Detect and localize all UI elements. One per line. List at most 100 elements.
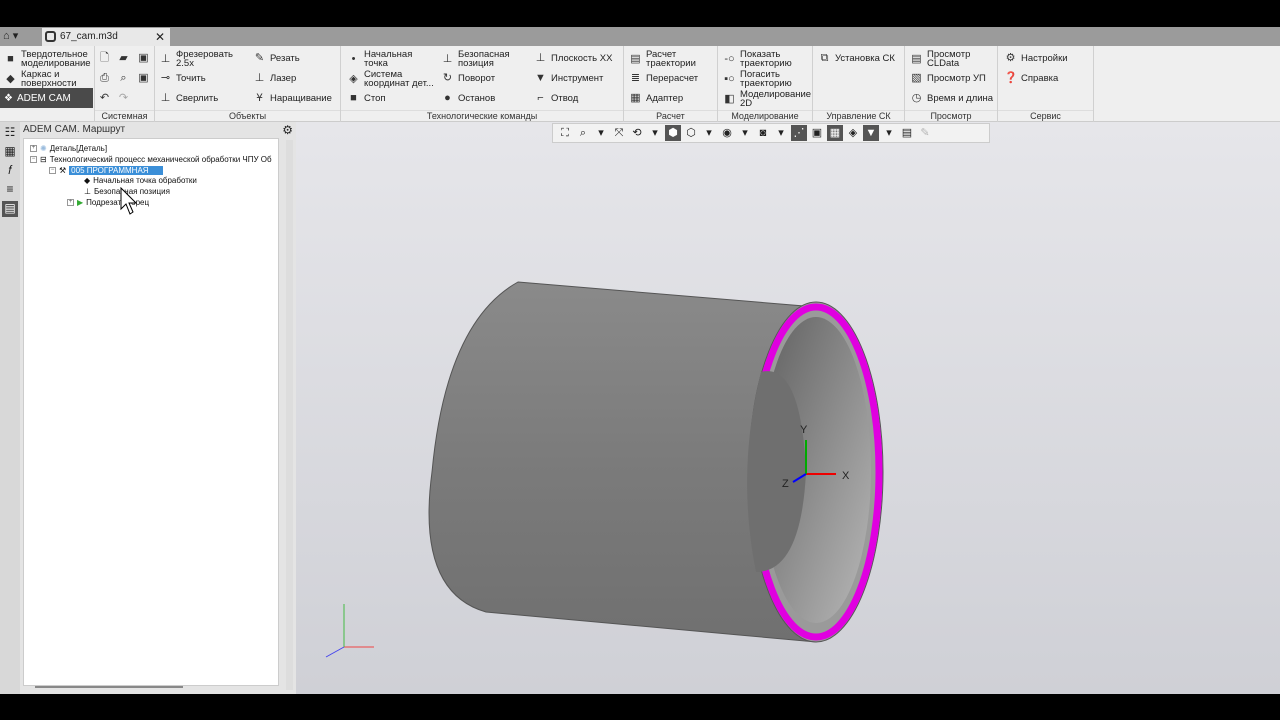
collapse-icon[interactable]: − xyxy=(49,167,56,174)
mill-button[interactable]: ⊥ Фрезеровать 2.5х xyxy=(159,50,244,69)
label: Твердотельное моделирование xyxy=(21,49,91,69)
group-label: Просмотр xyxy=(905,110,997,122)
bottom-bar xyxy=(0,694,1280,720)
vertical-scrollbar[interactable] xyxy=(286,140,293,690)
print-button[interactable]: ⎙ xyxy=(98,72,111,85)
settings-button[interactable]: ⚙ Настройки xyxy=(1004,52,1068,65)
gear-icon[interactable]: ⚙ xyxy=(282,123,293,137)
formula-icon[interactable]: 𝑓 xyxy=(2,163,18,179)
tool-button[interactable]: ▼ Инструмент xyxy=(534,72,603,85)
chevron-down-icon[interactable]: ▾ xyxy=(701,125,717,141)
axis-label-y: Y xyxy=(800,424,808,436)
close-tab-icon[interactable]: ✕ xyxy=(155,30,165,44)
calc-path-button[interactable]: ▤ Расчет траектории xyxy=(629,50,714,69)
shaded-icon[interactable]: ⬢ xyxy=(665,125,681,141)
3d-viewport[interactable]: ⛶ ⌕ ▾ ⤧ ⟲ ▾ ⬢ ⬡ ▾ ◉ ▾ ◙ ▾ ⋰ ▣ ▦ ◈ ▼ ▾ ▤ … xyxy=(296,122,1280,694)
expand-icon[interactable]: + xyxy=(67,199,74,206)
view-group: ▤ Просмотр CLData ▧ Просмотр УП ◷ Время и д… xyxy=(905,46,998,122)
halt-button[interactable]: ● Останов xyxy=(441,92,495,105)
hide-icon[interactable]: ◉ xyxy=(719,125,735,141)
solid-modeling-button[interactable]: ■ Твердотельное моделирование xyxy=(4,49,94,69)
retract-button[interactable]: ⌐ Отвод xyxy=(534,92,578,105)
adapter-icon: ▦ xyxy=(630,92,641,104)
section-icon[interactable]: ▣ xyxy=(809,125,825,141)
adem-icon: ❖ xyxy=(4,92,13,104)
laser-button[interactable]: ⊥ Лазер xyxy=(253,72,297,85)
new-file-button[interactable]: 🗋 xyxy=(98,52,111,65)
rotate-icon[interactable]: ⟲ xyxy=(629,125,645,141)
coord-system-button[interactable]: ◈ Система координат дет... xyxy=(347,70,442,89)
help-icon: ❓ xyxy=(1004,72,1018,84)
display-icon[interactable]: ◙ xyxy=(755,125,771,141)
tree-node-process[interactable]: − ⊟ Технологический процесс механической о… xyxy=(30,155,272,164)
layers-icon[interactable]: ◈ xyxy=(845,125,861,141)
cut-button[interactable]: ✎ Резать xyxy=(253,52,300,65)
frame-surfaces-button[interactable]: ◆ Каркас и поверхности xyxy=(4,70,94,89)
tree-node-part[interactable]: + ✺ Деталь[Деталь] xyxy=(30,144,107,153)
open-button[interactable]: ▰ xyxy=(117,52,130,65)
cldata-button[interactable]: ▤ Просмотр CLData xyxy=(910,50,995,69)
preview-button[interactable]: ⌕ xyxy=(117,72,130,85)
expand-icon[interactable]: + xyxy=(30,145,37,152)
properties-icon[interactable]: ▤ xyxy=(899,125,915,141)
recalc-button[interactable]: ≣ Перерасчет xyxy=(629,72,698,85)
adapter-button[interactable]: ▦ Адаптер xyxy=(629,92,683,105)
safe-position-button[interactable]: ⊥ Безопасная позиция xyxy=(441,50,521,69)
tool-icon: ▼ xyxy=(535,72,546,84)
group-label: Управление СК xyxy=(813,110,904,122)
start-point-button[interactable]: • Начальная точка xyxy=(347,50,432,69)
set-cs-button[interactable]: ⧉ Установка СК xyxy=(818,52,895,65)
undo-button[interactable]: ↶ xyxy=(98,92,111,105)
safe-position-icon: ⊥ xyxy=(442,52,453,65)
label: Инструмент xyxy=(551,73,604,84)
file-tab[interactable]: 67_cam.m3d ✕ xyxy=(42,28,170,46)
chevron-down-icon[interactable]: ▾ xyxy=(647,125,663,141)
gear-icon: ⚙ xyxy=(1005,52,1016,64)
pan-icon[interactable]: ⤧ xyxy=(611,125,627,141)
show-path-button[interactable]: -○ Показать траекторию xyxy=(723,50,811,69)
rotate-button[interactable]: ↻ Поворот xyxy=(441,72,495,85)
edit-icon[interactable]: ✎ xyxy=(917,125,933,141)
tree-node-start-point[interactable]: ◆ Начальная точка обработки xyxy=(84,176,197,185)
zoom-icon[interactable]: ⌕ xyxy=(575,125,591,141)
collapse-icon[interactable]: − xyxy=(30,156,37,163)
adem-cam-button[interactable]: ❖ ADEM CAM xyxy=(0,88,93,108)
tree-icon[interactable]: ☷ xyxy=(2,125,18,141)
properties-icon[interactable]: ▦ xyxy=(2,144,18,160)
chevron-down-icon[interactable]: ▾ xyxy=(881,125,897,141)
grid-icon[interactable]: ▦ xyxy=(827,125,843,141)
turn-button[interactable]: ⊸ Точить xyxy=(159,72,206,85)
tree-node-operation[interactable]: − ⚒ 005 ПРОГРАММНАЯ xyxy=(49,166,163,175)
redo-button[interactable]: ↷ xyxy=(117,92,130,105)
view-up-icon: ▧ xyxy=(911,72,922,84)
group-label: Моделирование xyxy=(718,110,812,122)
label: Технологический процесс механической обр… xyxy=(49,155,272,164)
drill-button[interactable]: ⊥ Сверлить xyxy=(159,92,219,105)
drill-icon: ⊥ xyxy=(160,92,171,104)
view-up-button[interactable]: ▧ Просмотр УП xyxy=(910,72,986,85)
label: Деталь[Деталь] xyxy=(49,144,108,153)
modeling-2d-button[interactable]: ◧ Моделирование 2D xyxy=(723,90,813,109)
time-length-button[interactable]: ◷ Время и длина xyxy=(910,92,993,105)
filter-icon[interactable]: ▼ xyxy=(863,125,879,141)
group-label: Технологические команды xyxy=(341,110,623,122)
hide-path-button[interactable]: ▪○ Погасить траекторию xyxy=(723,70,811,89)
save-button[interactable]: ▣ xyxy=(137,52,150,65)
chevron-down-icon[interactable]: ▾ xyxy=(593,125,609,141)
home-button[interactable]: ⌂ ▾ xyxy=(3,29,39,44)
fit-icon[interactable]: ⛶ xyxy=(557,125,573,141)
cylinder-model xyxy=(325,281,884,658)
save-as-button[interactable]: ▣ xyxy=(137,72,150,85)
route-icon[interactable]: ▤ xyxy=(2,201,18,217)
layers-icon[interactable]: ≡ xyxy=(2,182,18,198)
horizontal-scrollbar[interactable] xyxy=(35,686,183,688)
help-button[interactable]: ❓ Справка xyxy=(1004,72,1058,85)
chevron-down-icon[interactable]: ▾ xyxy=(737,125,753,141)
stop-button[interactable]: ■ Стоп xyxy=(347,92,385,105)
plane-button[interactable]: ⊥ Плоскость XX xyxy=(534,52,613,65)
wireframe-icon[interactable]: ⬡ xyxy=(683,125,699,141)
snap-icon[interactable]: ⋰ xyxy=(791,125,807,141)
chevron-down-icon[interactable]: ▾ xyxy=(773,125,789,141)
safe-position-icon: ⊥ xyxy=(84,187,91,196)
build-up-button[interactable]: Ұ Наращивание xyxy=(253,92,331,105)
